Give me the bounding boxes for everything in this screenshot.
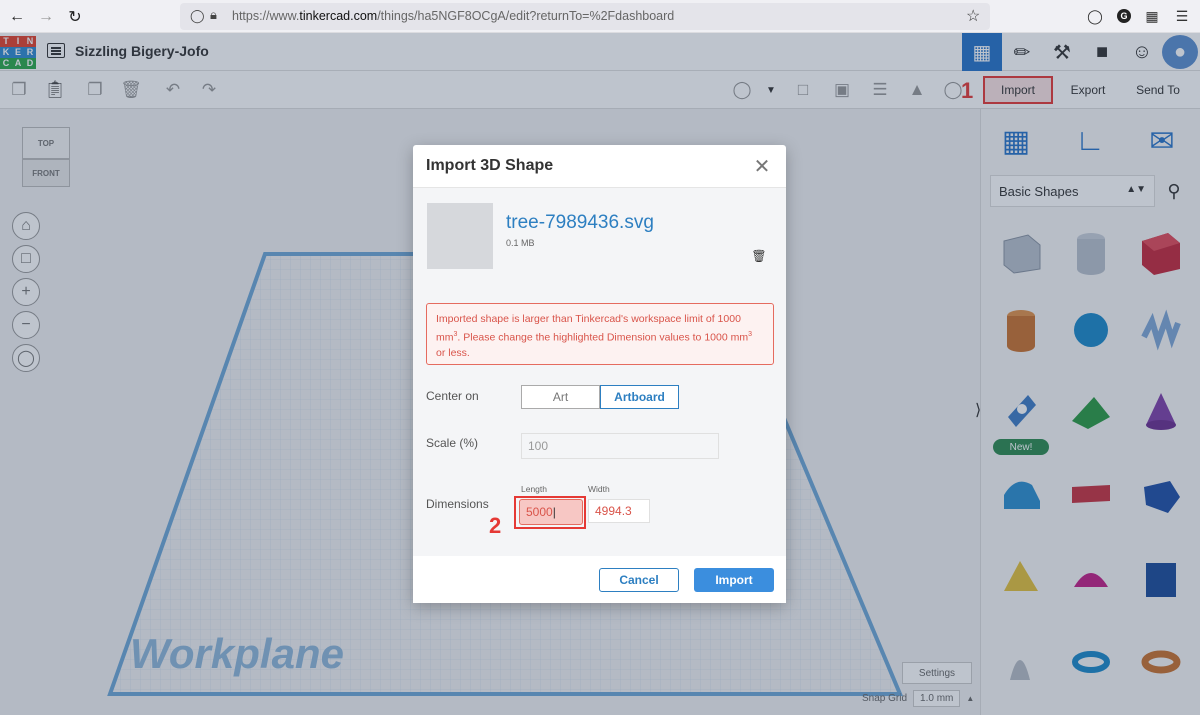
shield-icon: ◯ — [190, 8, 205, 23]
trash-icon[interactable]: 🗑︎ — [751, 249, 766, 263]
url-prefix: https://www. — [232, 9, 300, 23]
bookmark-star-icon[interactable]: ☆ — [966, 6, 980, 26]
arrow-left-icon[interactable]: ← — [6, 6, 28, 28]
size-error-message: Imported shape is larger than Tinkercad'… — [426, 303, 774, 365]
length-label: Length — [521, 484, 547, 494]
width-label: Width — [588, 484, 610, 494]
file-thumbnail — [427, 203, 493, 269]
screenshot-root: ← → ↻ ◯ 🔒︎ https://www.tinkercad.com/thi… — [0, 0, 1200, 715]
extension-g-icon[interactable]: G — [1114, 6, 1134, 26]
center-on-label: Center on — [426, 389, 479, 403]
scale-input[interactable]: 100 — [521, 433, 719, 459]
dialog-header: Import 3D Shape ✕ — [413, 145, 786, 188]
step-2-label: 2 — [489, 513, 502, 538]
length-input[interactable]: 5000| — [519, 499, 583, 525]
center-artboard-option[interactable]: Artboard — [600, 385, 679, 409]
error-text-2: . Please change the highlighted Dimensio… — [457, 331, 749, 344]
url-domain: tinkercad.com — [299, 9, 378, 23]
dialog-title: Import 3D Shape — [426, 157, 554, 174]
arrow-right-icon[interactable]: → — [35, 6, 57, 28]
file-size: 0.1 MB — [506, 238, 535, 248]
lock-icon: 🔒︎ — [210, 7, 217, 22]
dimensions-label: Dimensions — [426, 497, 489, 511]
text-cursor: | — [552, 505, 556, 519]
extensions-icon[interactable]: ▦ — [1142, 6, 1162, 26]
url-path: /things/ha5NGF8OCgA/edit?returnTo=%2Fdas… — [377, 9, 675, 23]
reload-icon[interactable]: ↻ — [64, 6, 86, 28]
menu-icon[interactable]: ☰ — [1172, 6, 1192, 26]
address-bar[interactable]: ◯ 🔒︎ https://www.tinkercad.com/things/ha… — [180, 3, 990, 30]
file-name: tree-7989436.svg — [506, 212, 654, 233]
scale-label: Scale (%) — [426, 436, 479, 450]
browser-toolbar: ← → ↻ ◯ 🔒︎ https://www.tinkercad.com/thi… — [0, 0, 1200, 33]
error-text-3: or less. — [436, 346, 470, 359]
import-dialog: Import 3D Shape ✕ tree-7989436.svg 0.1 M… — [413, 145, 786, 603]
cancel-button[interactable]: Cancel — [599, 568, 679, 592]
pocket-icon[interactable]: ◯ — [1085, 6, 1105, 26]
url-text: https://www.tinkercad.com/things/ha5NGF8… — [232, 9, 674, 23]
import-confirm-button[interactable]: Import — [694, 568, 774, 592]
error-sup-2: 3 — [748, 331, 752, 338]
width-input[interactable]: 4994.3 — [588, 499, 650, 523]
length-value: 5000 — [526, 505, 553, 519]
close-icon[interactable]: ✕ — [753, 156, 771, 178]
center-art-option[interactable]: Art — [521, 385, 600, 409]
